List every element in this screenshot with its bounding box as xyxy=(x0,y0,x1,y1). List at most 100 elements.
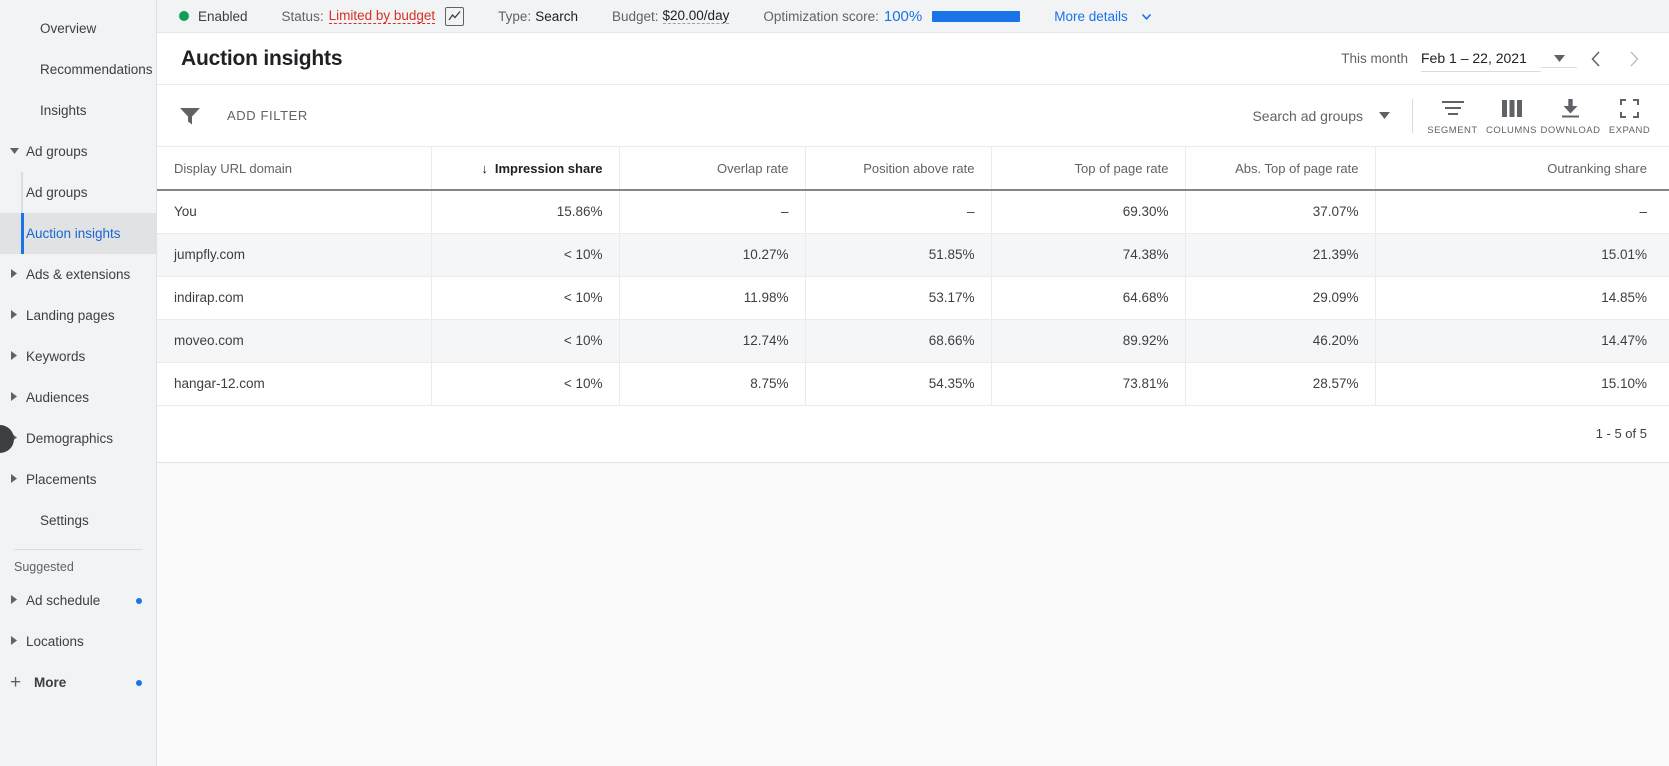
status-enabled-label: Enabled xyxy=(198,9,248,24)
campaign-status-bar: Enabled Status: Limited by budget Type: … xyxy=(157,0,1669,33)
cell-position-above-rate: 53.17% xyxy=(805,276,991,319)
columns-label: COLUMNS xyxy=(1486,125,1537,136)
columns-icon xyxy=(1502,97,1522,119)
sidebar-section-suggested: Suggested xyxy=(0,554,156,580)
chevron-down-icon xyxy=(1140,10,1153,23)
sidebar-item-label: Placements xyxy=(24,472,97,487)
column-header-impression-share[interactable]: ↓Impression share xyxy=(431,147,619,190)
page-title: Auction insights xyxy=(181,47,342,71)
sidebar-item-demographics[interactable]: Demographics xyxy=(0,418,156,459)
segment-button[interactable]: SEGMENT xyxy=(1423,95,1482,136)
sidebar-item-ad-groups[interactable]: Ad groups xyxy=(0,131,156,172)
date-preset-label: This month xyxy=(1341,51,1408,66)
cell-abs-top-of-page-rate: 21.39% xyxy=(1185,233,1375,276)
sidebar-item-ad-schedule[interactable]: Ad schedule xyxy=(0,580,156,621)
cell-outranking-share: 15.01% xyxy=(1375,233,1669,276)
sidebar-item-keywords[interactable]: Keywords xyxy=(0,336,156,377)
budget-label: Budget: xyxy=(612,9,659,24)
column-header-label: Position above rate xyxy=(863,161,974,176)
table-row[interactable]: indirap.com< 10%11.98%53.17%64.68%29.09%… xyxy=(157,276,1669,319)
toolbar-divider xyxy=(1412,99,1413,133)
column-header-position-above-rate[interactable]: Position above rate xyxy=(805,147,991,190)
sidebar-item-ads-extensions[interactable]: Ads & extensions xyxy=(0,254,156,295)
cell-top-of-page-rate: 89.92% xyxy=(991,319,1185,362)
table-row[interactable]: You15.86%––69.30%37.07%– xyxy=(157,190,1669,233)
cell-top-of-page-rate: 69.30% xyxy=(991,190,1185,233)
sidebar-item-overview[interactable]: Overview xyxy=(0,8,156,49)
sidebar-item-label: Audiences xyxy=(24,390,89,405)
table-row[interactable]: jumpfly.com< 10%10.27%51.85%74.38%21.39%… xyxy=(157,233,1669,276)
search-ad-groups-dropdown[interactable]: Search ad groups xyxy=(1252,108,1390,124)
cell-outranking-share: 14.47% xyxy=(1375,319,1669,362)
date-range-picker[interactable]: This month Feb 1 – 22, 2021 xyxy=(1341,45,1577,72)
auction-insights-table: Display URL domain↓Impression share Overl… xyxy=(157,147,1669,406)
cell-position-above-rate: 51.85% xyxy=(805,233,991,276)
download-button[interactable]: DOWNLOAD xyxy=(1541,95,1600,136)
notification-dot xyxy=(136,680,142,686)
chevron-right-icon xyxy=(10,351,24,362)
main-content: Enabled Status: Limited by budget Type: … xyxy=(157,0,1669,766)
previous-period-button[interactable] xyxy=(1577,40,1615,78)
sidebar-item-label-more: More xyxy=(32,675,66,690)
status-type: Type: Search xyxy=(498,9,578,24)
column-header-overlap-rate[interactable]: Overlap rate xyxy=(619,147,805,190)
cell-overlap-rate: 11.98% xyxy=(619,276,805,319)
column-header-top-of-page-rate[interactable]: Top of page rate xyxy=(991,147,1185,190)
app-root: OverviewRecommendationsInsights Ad groups… xyxy=(0,0,1669,766)
sidebar-item-locations[interactable]: Locations xyxy=(0,621,156,662)
budget-value[interactable]: $20.00/day xyxy=(663,8,730,24)
segment-label: SEGMENT xyxy=(1427,125,1477,136)
column-header-outranking-share[interactable]: Outranking share xyxy=(1375,147,1669,190)
cell-overlap-rate: 10.27% xyxy=(619,233,805,276)
optimization-value: 100% xyxy=(884,8,922,25)
cell-impression-share: < 10% xyxy=(431,233,619,276)
chevron-right-icon xyxy=(10,595,24,606)
page-header: Auction insights This month Feb 1 – 22, … xyxy=(157,33,1669,85)
expand-label: EXPAND xyxy=(1609,125,1650,136)
chevron-down-icon xyxy=(1379,112,1390,119)
more-details-button[interactable]: More details xyxy=(1054,9,1153,24)
table-row[interactable]: moveo.com< 10%12.74%68.66%89.92%46.20%14… xyxy=(157,319,1669,362)
sidebar-item-insights[interactable]: Insights xyxy=(0,90,156,131)
column-header-label: Outranking share xyxy=(1547,161,1647,176)
sidebar-item-recommendations[interactable]: Recommendations xyxy=(0,49,156,90)
column-header-display-url-domain[interactable]: Display URL domain xyxy=(157,147,431,190)
date-dropdown-icon[interactable] xyxy=(1541,50,1577,68)
sidebar-item-settings[interactable]: Settings xyxy=(0,500,156,541)
sidebar-item-placements[interactable]: Placements xyxy=(0,459,156,500)
download-icon xyxy=(1561,97,1580,119)
status-value[interactable]: Limited by budget xyxy=(329,8,436,24)
status-limited: Status: Limited by budget xyxy=(282,7,465,26)
table-header: Display URL domain↓Impression share Overl… xyxy=(157,147,1669,190)
table-toolbar: ADD FILTER Search ad groups xyxy=(157,85,1669,147)
sidebar-item-landing-pages[interactable]: Landing pages xyxy=(0,295,156,336)
expand-icon xyxy=(1620,97,1639,119)
date-range-value[interactable]: Feb 1 – 22, 2021 xyxy=(1421,45,1541,72)
cell-outranking-share: – xyxy=(1375,190,1669,233)
sidebar-item-auction-insights[interactable]: Auction insights xyxy=(0,213,156,254)
table-row[interactable]: hangar-12.com< 10%8.75%54.35%73.81%28.57… xyxy=(157,362,1669,405)
cell-outranking-share: 14.85% xyxy=(1375,276,1669,319)
add-filter-button[interactable]: ADD FILTER xyxy=(227,108,308,123)
cell-position-above-rate: – xyxy=(805,190,991,233)
notification-dot xyxy=(136,598,142,604)
cell-impression-share: < 10% xyxy=(431,319,619,362)
sidebar-item-ad-groups[interactable]: Ad groups xyxy=(0,172,156,213)
column-header-abs-top-of-page-rate[interactable]: Abs. Top of page rate xyxy=(1185,147,1375,190)
sidebar-item-label: Keywords xyxy=(24,349,85,364)
cell-domain: indirap.com xyxy=(157,276,431,319)
next-period-button[interactable] xyxy=(1615,40,1653,78)
column-header-label: Overlap rate xyxy=(717,161,789,176)
filter-icon[interactable] xyxy=(179,106,201,126)
columns-button[interactable]: COLUMNS xyxy=(1482,95,1541,136)
sidebar-item-audiences[interactable]: Audiences xyxy=(0,377,156,418)
optimization-label: Optimization score: xyxy=(763,9,879,24)
plus-icon: + xyxy=(10,673,28,692)
cell-impression-share: 15.86% xyxy=(431,190,619,233)
expand-button[interactable]: EXPAND xyxy=(1600,95,1659,136)
chart-icon[interactable] xyxy=(445,7,464,26)
column-header-label: Top of page rate xyxy=(1075,161,1169,176)
sidebar-item-label: Ad groups xyxy=(24,144,88,159)
sidebar-item-more[interactable]: + More xyxy=(0,662,156,703)
status-dot-icon xyxy=(179,11,189,21)
